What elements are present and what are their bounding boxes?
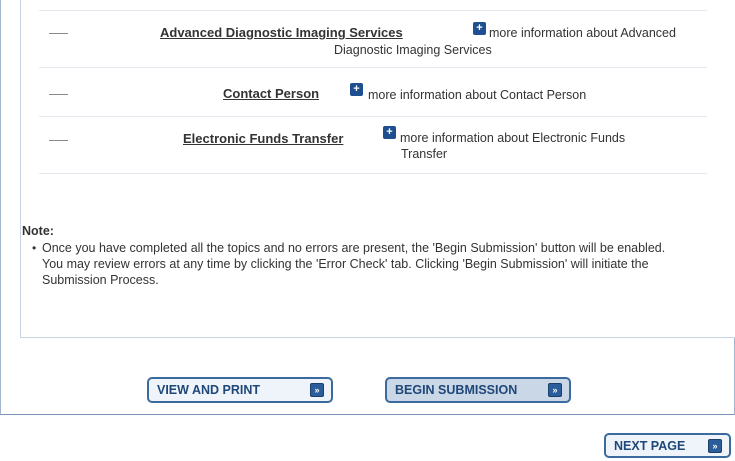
dash-icon — [49, 140, 68, 141]
view-and-print-button[interactable]: VIEW AND PRINT » — [147, 377, 333, 403]
note-bullet: • — [32, 241, 37, 255]
plus-icon[interactable]: + — [383, 126, 396, 139]
next-page-label: NEXT PAGE — [614, 438, 686, 453]
topic-link-electronic-funds-transfer[interactable]: Electronic Funds Transfer — [183, 131, 343, 146]
next-page-button[interactable]: NEXT PAGE » — [604, 433, 731, 458]
begin-submission-label: BEGIN SUBMISSION — [395, 383, 518, 397]
begin-submission-button[interactable]: BEGIN SUBMISSION » — [385, 377, 571, 403]
outer-panel: Advanced Diagnostic Imaging Services + m… — [0, 0, 735, 415]
more-info-text: more information about Advanced — [489, 26, 676, 40]
topic-link-contact-person[interactable]: Contact Person — [223, 86, 319, 101]
topic-row: Electronic Funds Transfer + more informa… — [39, 118, 707, 174]
dash-icon — [49, 33, 68, 34]
plus-icon[interactable]: + — [473, 22, 486, 35]
more-info-text: more information about Contact Person — [368, 88, 587, 102]
note-title: Note: — [22, 224, 54, 238]
double-arrow-right-icon: » — [708, 438, 722, 453]
note-text: Once you have completed all the topics a… — [42, 241, 666, 287]
more-info-text: more information about Electronic Funds — [400, 131, 626, 145]
double-arrow-right-icon: » — [310, 383, 324, 397]
double-arrow-right-icon: » — [548, 383, 562, 397]
topic-row: Contact Person + more information about … — [39, 69, 707, 117]
view-and-print-label: VIEW AND PRINT — [157, 383, 261, 397]
more-info-text-line2: Diagnostic Imaging Services — [334, 43, 492, 57]
plus-icon[interactable]: + — [350, 83, 363, 96]
more-info-text-line2: Transfer — [401, 147, 448, 161]
topic-link-advanced-diagnostic-imaging[interactable]: Advanced Diagnostic Imaging Services — [160, 25, 403, 40]
dash-icon — [49, 94, 68, 95]
topic-row: Advanced Diagnostic Imaging Services + m… — [39, 10, 707, 68]
